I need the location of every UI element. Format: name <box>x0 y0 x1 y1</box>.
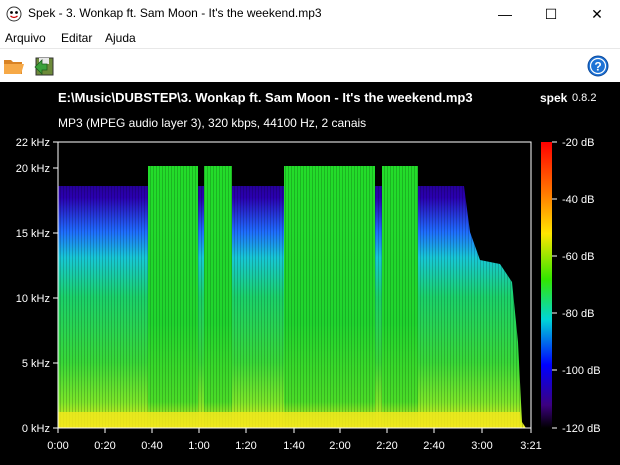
minimize-icon: — <box>498 6 512 22</box>
close-button[interactable]: ✕ <box>574 0 620 28</box>
help-button[interactable]: ? <box>586 54 610 78</box>
y-tick-label: 20 kHz <box>16 163 50 175</box>
db-scale-labels: -20 dB -40 dB -60 dB -80 dB -100 dB -120… <box>552 137 601 435</box>
spectrum-low-band <box>58 412 520 428</box>
save-image-button[interactable] <box>32 54 56 78</box>
maximize-button[interactable]: ☐ <box>528 0 574 28</box>
x-tick-label: 2:00 <box>329 440 350 452</box>
y-tick-label: 15 kHz <box>16 228 50 240</box>
x-tick-label: 2:40 <box>423 440 444 452</box>
spectrogram-chart: 22 kHz 20 kHz 15 kHz 10 kHz 5 kHz 0 kHz … <box>16 137 601 452</box>
y-tick-label: 10 kHz <box>16 293 50 305</box>
x-tick-label: 3:21 <box>520 440 541 452</box>
y-axis: 22 kHz 20 kHz 15 kHz 10 kHz 5 kHz 0 kHz <box>16 137 58 435</box>
x-tick-label: 1:00 <box>188 440 209 452</box>
db-color-scale <box>541 142 552 428</box>
menu-editar[interactable]: Editar <box>61 31 92 45</box>
window-title: Spek - 3. Wonkap ft. Sam Moon - It's the… <box>28 6 322 20</box>
spectrogram-view: E:\Music\DUBSTEP\3. Wonkap ft. Sam Moon … <box>0 82 620 465</box>
folder-icon <box>4 60 24 74</box>
db-tick-label: -40 dB <box>562 194 594 206</box>
toolbar: ? <box>0 48 620 83</box>
spek-app-icon <box>6 6 22 22</box>
y-tick-label: 5 kHz <box>22 358 50 370</box>
save-image-icon <box>34 57 54 76</box>
menu-bar: Arquivo Editar Ajuda <box>0 28 620 48</box>
db-tick-label: -20 dB <box>562 137 594 149</box>
menu-arquivo[interactable]: Arquivo <box>5 31 46 45</box>
x-tick-label: 1:40 <box>283 440 304 452</box>
minimize-button[interactable]: — <box>482 0 528 28</box>
y-tick-label: 22 kHz <box>16 137 50 149</box>
x-tick-label: 0:40 <box>141 440 162 452</box>
x-axis: 0:00 0:20 0:40 1:00 1:20 1:40 2:00 2:20 … <box>47 428 542 452</box>
maximize-icon: ☐ <box>544 5 558 22</box>
open-file-button[interactable] <box>2 54 26 78</box>
help-icon: ? <box>587 55 609 77</box>
db-tick-label: -80 dB <box>562 308 594 320</box>
db-tick-label: -60 dB <box>562 251 594 263</box>
spectrum-texture <box>58 166 528 428</box>
menu-ajuda[interactable]: Ajuda <box>105 31 136 45</box>
db-tick-label: -100 dB <box>562 365 601 377</box>
x-tick-label: 1:20 <box>235 440 256 452</box>
x-tick-label: 0:00 <box>47 440 68 452</box>
title-bar: Spek - 3. Wonkap ft. Sam Moon - It's the… <box>0 0 620 28</box>
x-tick-label: 2:20 <box>376 440 397 452</box>
db-tick-label: -120 dB <box>562 423 601 435</box>
x-tick-label: 3:00 <box>471 440 492 452</box>
y-tick-label: 0 kHz <box>22 423 50 435</box>
x-tick-label: 0:20 <box>94 440 115 452</box>
close-icon: ✕ <box>591 5 603 22</box>
svg-text:?: ? <box>594 60 601 74</box>
